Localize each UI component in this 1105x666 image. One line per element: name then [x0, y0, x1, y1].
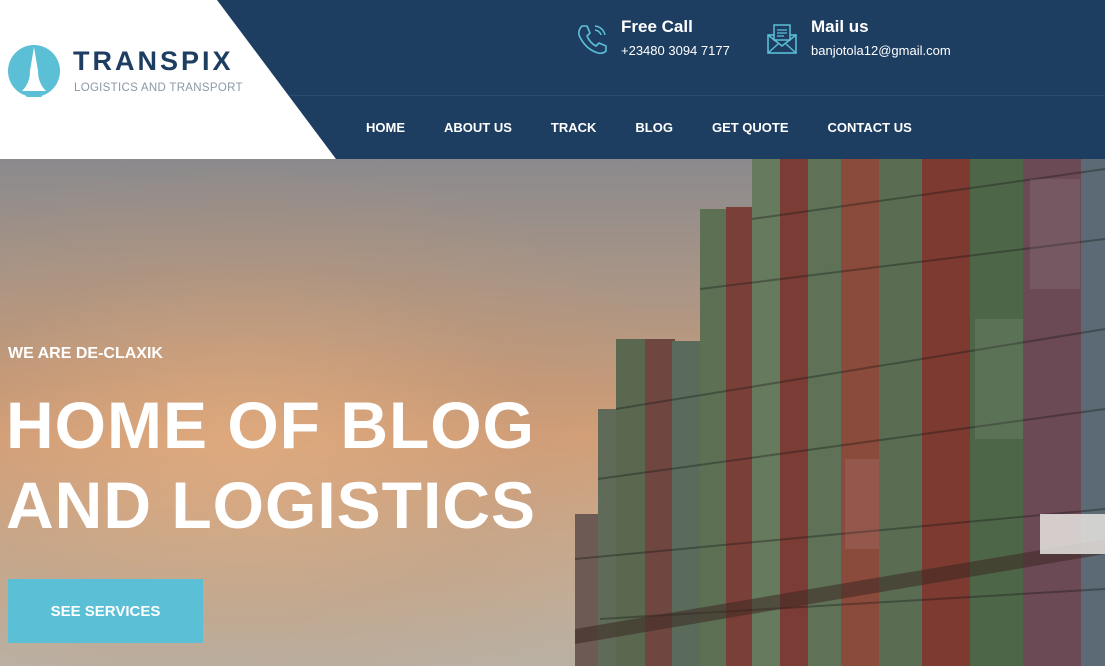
contact-mail-text: Mail us banjotola12@gmail.com	[811, 16, 951, 58]
main-nav: HOME ABOUT US TRACK BLOG GET QUOTE CONTA…	[366, 118, 951, 138]
contact-call[interactable]: Free Call +23480 3094 7177	[575, 16, 730, 58]
contact-mail-title: Mail us	[811, 17, 869, 36]
contact-mail[interactable]: Mail us banjotola12@gmail.com	[765, 16, 951, 58]
logo-panel[interactable]: TRANSPIX LOGISTICS AND TRANSPORT	[0, 0, 340, 159]
header-divider	[290, 95, 1105, 96]
brand-name: TRANSPIX	[73, 46, 234, 76]
nav-contact-us[interactable]: CONTACT US	[828, 118, 912, 138]
hero-headline: HOME OF BLOG AND LOGISTICS	[6, 385, 536, 545]
mail-icon	[767, 24, 797, 54]
contact-call-text: Free Call +23480 3094 7177	[621, 16, 730, 58]
hero-headline-line1: HOME OF BLOG	[6, 388, 535, 462]
contact-mail-value[interactable]: banjotola12@gmail.com	[811, 43, 951, 58]
hero-section: WE ARE DE-CLAXIK HOME OF BLOG AND LOGIST…	[0, 159, 1105, 666]
brand-tagline: LOGISTICS AND TRANSPORT	[74, 82, 243, 94]
hero-headline-line2: AND LOGISTICS	[6, 468, 537, 542]
logo-icon	[8, 45, 60, 97]
nav-track[interactable]: TRACK	[551, 118, 597, 138]
contact-call-title: Free Call	[621, 17, 693, 36]
see-services-button[interactable]: SEE SERVICES	[8, 579, 203, 643]
nav-home[interactable]: HOME	[366, 118, 405, 138]
nav-get-quote[interactable]: GET QUOTE	[712, 118, 789, 138]
site-header: TRANSPIX LOGISTICS AND TRANSPORT Free Ca…	[0, 0, 1105, 159]
nav-blog[interactable]: BLOG	[635, 118, 673, 138]
phone-icon	[578, 25, 607, 55]
contact-call-value[interactable]: +23480 3094 7177	[621, 43, 730, 58]
hero-eyebrow: WE ARE DE-CLAXIK	[8, 345, 163, 362]
nav-about-us[interactable]: ABOUT US	[444, 118, 512, 138]
